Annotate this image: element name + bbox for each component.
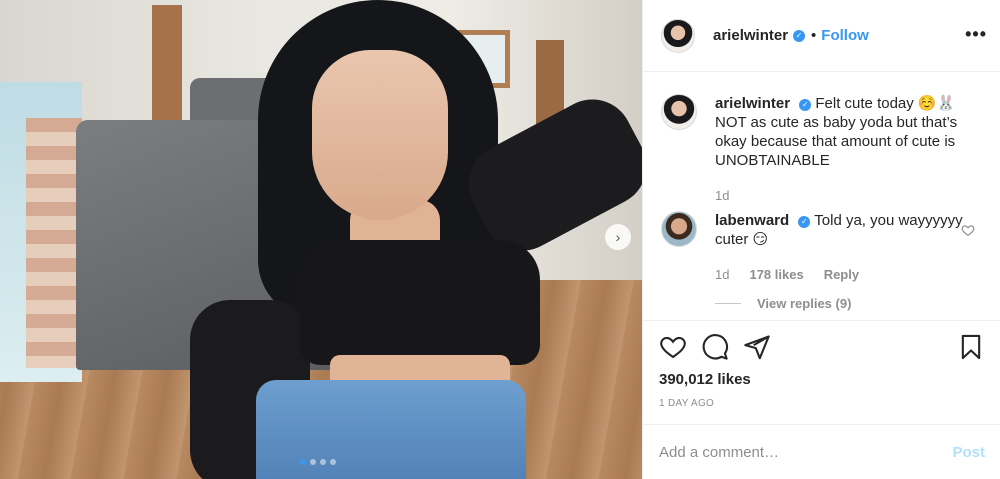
avatar[interactable] — [661, 211, 697, 247]
author-username[interactable]: arielwinter — [713, 27, 788, 44]
carousel-dots — [300, 459, 336, 465]
bookmark-save-icon[interactable] — [957, 333, 985, 361]
comment-item: labenward ✓ Told ya, you wayyyyyy cuter … — [661, 211, 985, 284]
photo-gift-bag-pattern — [26, 118, 82, 368]
add-comment-bar: Post — [643, 424, 1000, 479]
view-replies-label: View replies (9) — [757, 296, 852, 311]
post-photo[interactable]: › — [0, 0, 642, 479]
verified-badge-icon: ✓ — [798, 215, 811, 228]
comment-input[interactable] — [659, 443, 953, 461]
carousel-next-button[interactable]: › — [605, 224, 631, 250]
replies-divider — [715, 303, 741, 304]
comment-body: labenward ✓ Told ya, you wayyyyyy cuter … — [715, 211, 975, 284]
carousel-dot — [300, 459, 306, 465]
follow-button[interactable]: Follow — [821, 27, 869, 44]
share-send-icon[interactable] — [743, 333, 771, 361]
comment-bubble-icon[interactable] — [701, 333, 729, 361]
photo-person-top — [300, 240, 540, 365]
post-age: 1 DAY AGO — [659, 398, 715, 409]
post-actions: 390,012 likes 1 DAY AGO — [643, 320, 1000, 424]
like-count[interactable]: 390,012 likes — [659, 371, 985, 388]
carousel-dot — [310, 459, 316, 465]
caption-username[interactable]: arielwinter — [715, 95, 790, 112]
photo-person-face — [312, 50, 448, 220]
like-heart-icon[interactable] — [659, 333, 687, 361]
chevron-right-icon: › — [615, 229, 621, 245]
caption-meta: 1d — [715, 186, 975, 205]
post-header: arielwinter ✓ • Follow ••• — [643, 0, 1000, 72]
view-replies-button[interactable]: View replies (9) — [715, 296, 985, 311]
separator: • — [811, 27, 817, 44]
comment-meta: 1d 178 likes Reply — [715, 265, 975, 284]
more-options-icon[interactable]: ••• — [965, 24, 987, 45]
carousel-dot — [330, 459, 336, 465]
comment-age: 1d — [715, 267, 730, 282]
photo-person-jeans — [256, 380, 526, 479]
reply-button[interactable]: Reply — [824, 265, 859, 284]
caption-body: arielwinter ✓ Felt cute today ☺️🐰 NOT as… — [715, 94, 975, 205]
photo-door — [152, 5, 182, 125]
avatar[interactable] — [661, 18, 695, 53]
action-bar — [659, 321, 985, 373]
caption: arielwinter ✓ Felt cute today ☺️🐰 NOT as… — [661, 94, 985, 205]
avatar[interactable] — [661, 94, 697, 130]
carousel-dot — [320, 459, 326, 465]
post-sidebar: arielwinter ✓ • Follow ••• arielwinter ✓… — [642, 0, 1000, 479]
comment-likes[interactable]: 178 likes — [749, 265, 803, 284]
comments-section[interactable]: arielwinter ✓ Felt cute today ☺️🐰 NOT as… — [643, 72, 1000, 320]
caption-age: 1d — [715, 188, 730, 203]
post-comment-button[interactable]: Post — [952, 444, 985, 461]
like-comment-icon[interactable] — [961, 223, 975, 237]
comment-username[interactable]: labenward — [715, 212, 789, 229]
verified-badge-icon: ✓ — [793, 29, 806, 42]
verified-badge-icon: ✓ — [799, 98, 812, 111]
